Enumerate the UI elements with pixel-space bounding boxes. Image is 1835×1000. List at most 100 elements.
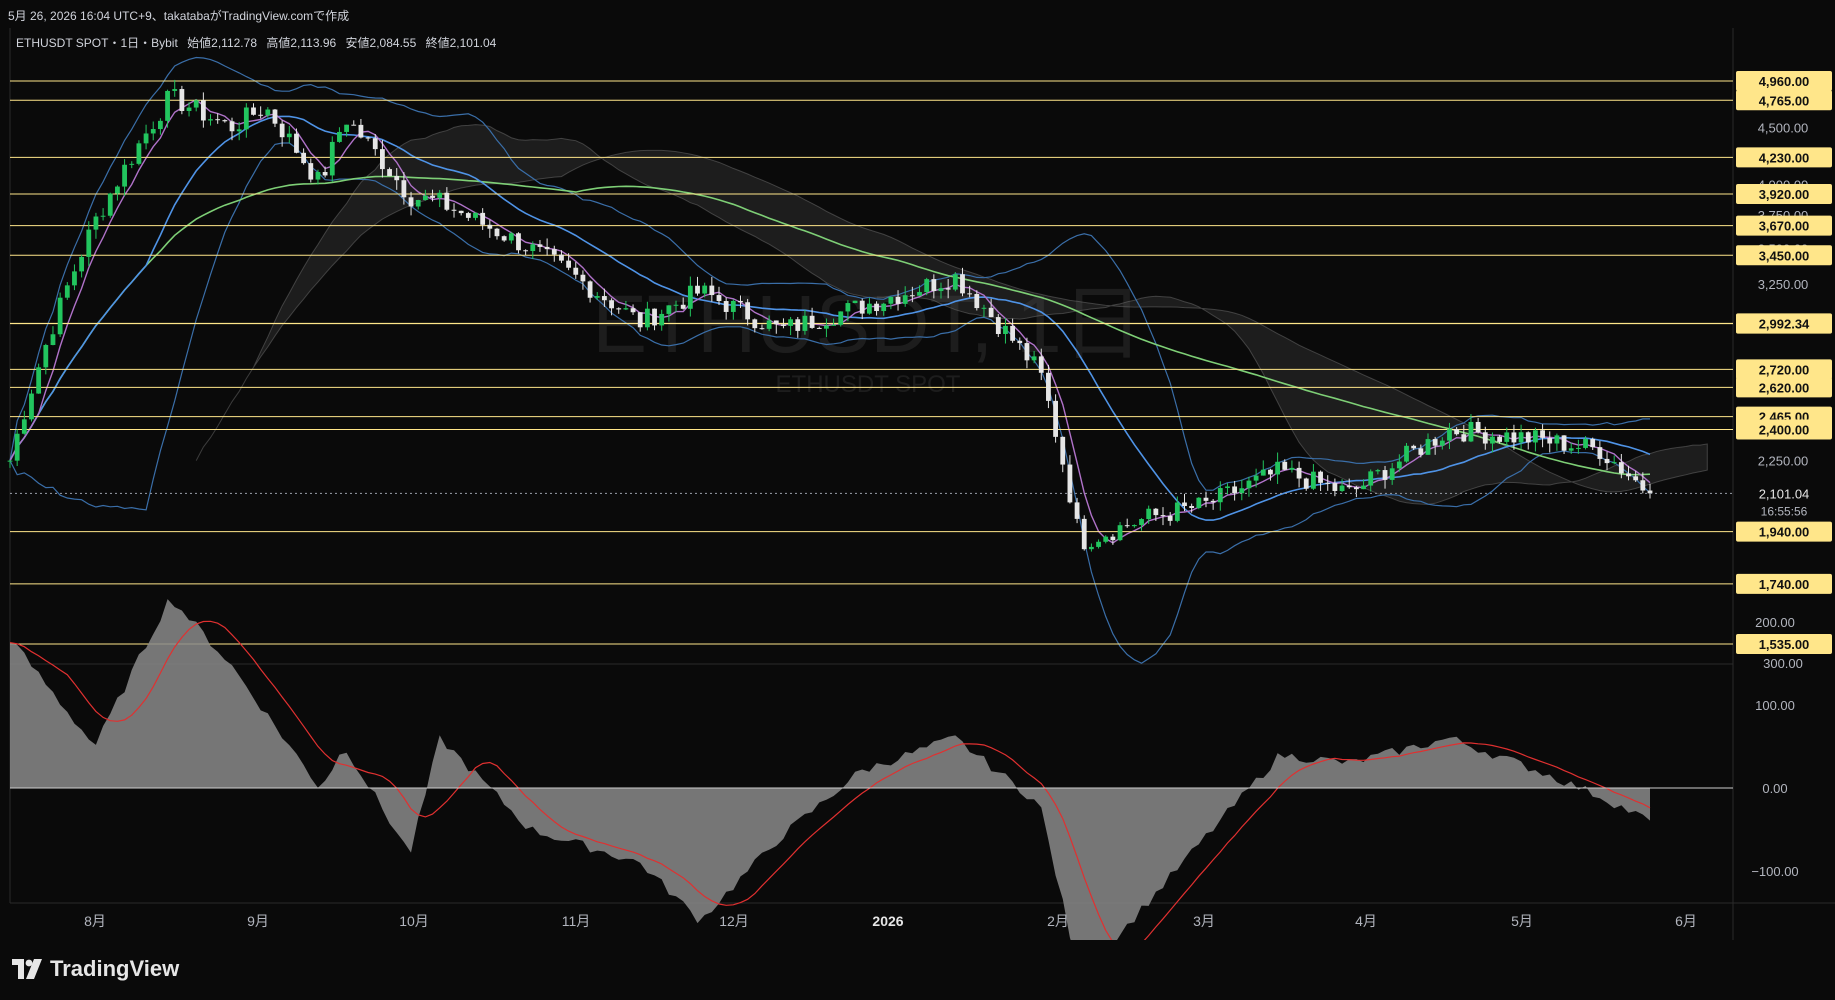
current-price-text: 2,101.04 [1759, 486, 1810, 501]
candle [1081, 515, 1087, 551]
candle-body [1561, 435, 1567, 451]
candle-body [1633, 476, 1639, 481]
candle-body [1447, 429, 1452, 441]
level-tag-text-4: 3,670.00 [1759, 219, 1810, 234]
candle-body [960, 274, 965, 294]
candle [852, 300, 858, 304]
candle-body [1325, 482, 1331, 484]
candle-body [730, 300, 736, 312]
candle-body [1139, 519, 1144, 526]
price-axis-label-7: 300.00 [1763, 656, 1803, 671]
level-tag-5: 3,450.00 [1736, 245, 1832, 266]
candle-body [1626, 473, 1631, 477]
candle-body [1482, 432, 1488, 444]
macd-axis-label-1: 100.00 [1755, 698, 1795, 713]
candle-body [788, 319, 794, 326]
candle-body [931, 279, 937, 292]
close-value: 2,101.04 [449, 36, 497, 50]
candle-body [380, 149, 385, 170]
candle-body [315, 172, 321, 180]
candle-body [1361, 485, 1366, 490]
candle-body [881, 303, 887, 312]
candle-body [523, 250, 529, 252]
candle-body [859, 300, 865, 314]
candle-body [580, 274, 586, 282]
candle-body [1189, 506, 1195, 508]
candle-body [1017, 340, 1023, 344]
candle [14, 429, 20, 466]
candle-body [165, 90, 170, 121]
time-axis-label-5: 2026 [872, 913, 903, 929]
candle-body [372, 138, 378, 150]
candle-body [895, 296, 901, 304]
candle-body [988, 307, 994, 318]
candle-body [995, 317, 1001, 334]
candle-body [537, 244, 543, 247]
candle-body [115, 186, 120, 194]
candle-body [122, 164, 127, 187]
candle-body [802, 315, 808, 331]
candle-body [1640, 480, 1646, 491]
candle-body [1031, 356, 1037, 361]
candle-body [1024, 343, 1030, 361]
candle-body [594, 296, 600, 298]
candle-body [494, 228, 500, 237]
level-tag-4: 3,670.00 [1736, 215, 1832, 236]
candle-body [107, 193, 113, 216]
candle-body [1160, 515, 1166, 517]
candle-body [1475, 421, 1481, 433]
candle-body [666, 305, 672, 314]
candle-body [1511, 432, 1517, 443]
candle-body [1246, 480, 1252, 489]
candle-body [1096, 541, 1101, 547]
candle-body [473, 212, 478, 218]
candle-body [1425, 439, 1431, 455]
candle-body [7, 460, 13, 462]
candle-body [1590, 438, 1596, 448]
price-axis-label-5: 3,250.00 [1758, 277, 1809, 292]
candle-body [21, 419, 27, 434]
candle-body [981, 307, 987, 309]
candle-body [1597, 447, 1603, 459]
candle-body [394, 176, 400, 181]
candle-body [129, 163, 135, 165]
level-tag-8: 2,720.00 [1736, 359, 1832, 380]
level-tag-2: 4,230.00 [1736, 147, 1832, 168]
candle-body [179, 89, 185, 111]
level-tag-text-3: 3,920.00 [1759, 187, 1810, 202]
candle-body [967, 293, 973, 295]
price-chart[interactable]: ETHUSDT, 1日ETHUSDT SPOT5,000.004,500.004… [0, 0, 1835, 940]
candle-body [909, 295, 915, 297]
candle-body [29, 393, 34, 420]
candle-body [186, 107, 192, 111]
candle-body [387, 169, 392, 177]
candle-body [143, 133, 149, 144]
time-axis-label-0: 8月 [84, 913, 106, 929]
candle-body [852, 300, 858, 304]
candle-body [1124, 525, 1130, 527]
candle-body [1153, 508, 1159, 516]
candle-body [1053, 400, 1058, 437]
candle-body [1303, 478, 1309, 489]
candle-body [1260, 469, 1266, 476]
time-axis-label-2: 10月 [399, 913, 429, 929]
symbol-legend: ETHUSDT SPOT・1日・Bybit 始値2,112.78 高値2,113… [16, 34, 496, 51]
candle-body [1311, 471, 1316, 489]
candle-body [1404, 445, 1409, 462]
candle-body [1217, 488, 1223, 503]
candle-body [831, 324, 836, 326]
candle-body [1074, 502, 1080, 519]
tradingview-logo[interactable]: TradingView [12, 956, 179, 982]
candle-body [716, 295, 722, 302]
candle-body [193, 100, 199, 108]
candle-body [781, 324, 786, 326]
level-tag-1: 4,765.00 [1736, 90, 1832, 111]
candle-body [351, 124, 357, 126]
candle-body [745, 302, 751, 320]
level-tag-12: 1,940.00 [1736, 521, 1832, 542]
low-label: 安値 [345, 36, 370, 50]
candle-body [1568, 448, 1574, 451]
candle-body [874, 303, 879, 312]
candle-body [301, 152, 307, 164]
candle-body [544, 246, 550, 250]
